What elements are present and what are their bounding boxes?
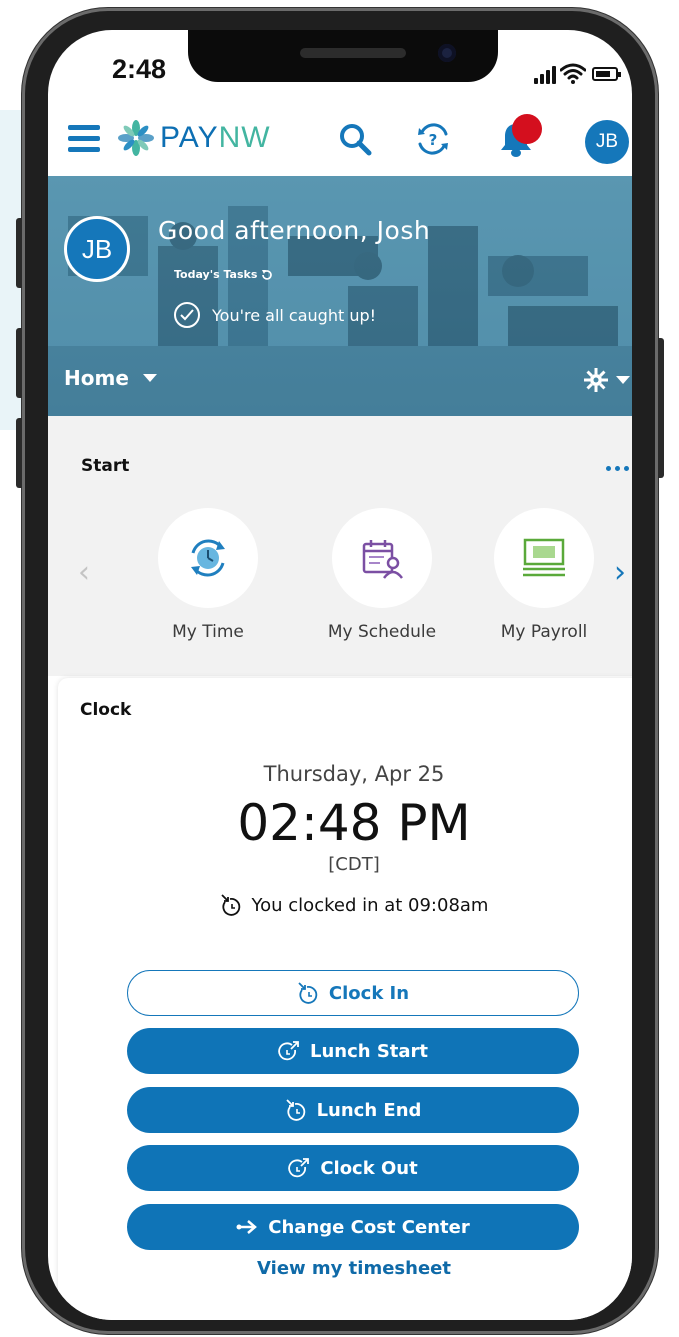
home-label: Home xyxy=(64,366,129,390)
greeting-text: Good afternoon, Josh xyxy=(158,216,431,245)
phone-screen: 2:48 PAYNW ? JB JB Good afternoon, Josh … xyxy=(48,30,632,1320)
check-circle-icon xyxy=(174,302,200,328)
clock-in-button[interactable]: Clock In xyxy=(127,970,579,1016)
logo-nw: NW xyxy=(218,121,271,154)
tile-label: My Schedule xyxy=(327,622,437,642)
tile-label: My Time xyxy=(172,622,244,642)
refresh-icon[interactable] xyxy=(261,269,273,281)
clock-timezone: [CDT] xyxy=(328,854,380,875)
user-avatar[interactable]: JB xyxy=(585,120,629,164)
phone-notch xyxy=(188,30,498,82)
chevron-down-icon xyxy=(616,376,630,384)
clock-out-button[interactable]: Clock Out xyxy=(127,1145,579,1191)
clockin-status: You clocked in at 09:08am xyxy=(58,894,632,916)
caught-up-text: You're all caught up! xyxy=(212,305,377,325)
clock-date: Thursday, Apr 25 xyxy=(263,762,445,786)
tasks-status: You're all caught up! xyxy=(174,302,376,328)
tile-my-time[interactable]: My Time xyxy=(128,508,288,642)
welcome-banner: JB Good afternoon, Josh Today's Tasks Yo… xyxy=(48,176,632,416)
tile-label: My Payroll xyxy=(500,622,588,642)
hamburger-icon[interactable] xyxy=(68,125,100,153)
carousel-prev-icon[interactable]: ‹ xyxy=(78,558,90,588)
logo-pay: PAY xyxy=(160,121,219,154)
todays-tasks[interactable]: Today's Tasks xyxy=(174,268,273,281)
wifi-icon xyxy=(560,63,586,84)
clock-time: 02:48 PM xyxy=(237,794,471,852)
clock-in-icon xyxy=(298,982,318,1004)
signal-icon xyxy=(534,66,556,84)
status-time: 2:48 xyxy=(112,54,167,84)
clock-in-icon xyxy=(220,894,240,916)
more-options-icon[interactable] xyxy=(606,466,629,471)
phone-frame: 2:48 PAYNW ? JB JB Good afternoon, Josh … xyxy=(16,8,664,1334)
clock-in-icon xyxy=(285,1099,305,1121)
lunch-end-label: Lunch End xyxy=(316,1099,422,1121)
battery-icon xyxy=(592,67,621,81)
home-dropdown[interactable]: Home xyxy=(64,366,157,390)
tile-circle xyxy=(494,508,594,608)
tile-circle xyxy=(332,508,432,608)
start-title: Start xyxy=(81,456,130,476)
svg-text:?: ? xyxy=(429,131,438,149)
cash-icon xyxy=(523,538,565,577)
todays-tasks-label: Today's Tasks xyxy=(174,268,258,281)
clock-card: Clock Thursday, Apr 25 02:48 PM [CDT] Yo… xyxy=(58,678,632,1320)
front-camera xyxy=(438,44,456,62)
speaker-grille xyxy=(300,48,406,58)
chevron-down-icon xyxy=(142,374,157,382)
change-cost-center-button[interactable]: Change Cost Center xyxy=(127,1204,579,1250)
calendar-person-icon xyxy=(362,540,403,579)
start-section: Start ‹ › My Time My Schedule My Payroll xyxy=(48,416,632,676)
clock-in-label: Clock In xyxy=(328,982,410,1004)
search-icon[interactable] xyxy=(338,122,372,156)
profile-avatar[interactable]: JB xyxy=(64,216,130,282)
clock-out-icon xyxy=(288,1158,310,1178)
clock-icon xyxy=(191,539,225,577)
change-cost-center-label: Change Cost Center xyxy=(268,1216,470,1238)
dashboard-settings-menu[interactable] xyxy=(584,368,630,392)
clock-title: Clock xyxy=(80,700,132,720)
notification-badge xyxy=(512,114,542,144)
arrow-right-icon xyxy=(236,1220,258,1234)
clockin-status-text: You clocked in at 09:08am xyxy=(251,894,489,916)
tile-my-schedule[interactable]: My Schedule xyxy=(302,508,462,642)
help-icon[interactable]: ? xyxy=(416,122,450,156)
gear-icon xyxy=(584,368,608,392)
tile-circle xyxy=(158,508,258,608)
logo-text: PAYNW xyxy=(160,121,271,155)
clock-out-label: Clock Out xyxy=(320,1157,418,1179)
tile-my-payroll[interactable]: My Payroll xyxy=(464,508,624,642)
paynw-logo[interactable]: PAYNW xyxy=(118,118,271,158)
clock-out-icon xyxy=(278,1041,299,1061)
lunch-end-button[interactable]: Lunch End xyxy=(127,1087,579,1133)
app-header: PAYNW ? JB xyxy=(48,100,632,176)
view-timesheet-link[interactable]: View my timesheet xyxy=(58,1258,632,1279)
logo-flower-icon xyxy=(118,120,154,156)
lunch-start-label: Lunch Start xyxy=(309,1040,429,1062)
lunch-start-button[interactable]: Lunch Start xyxy=(127,1028,579,1074)
